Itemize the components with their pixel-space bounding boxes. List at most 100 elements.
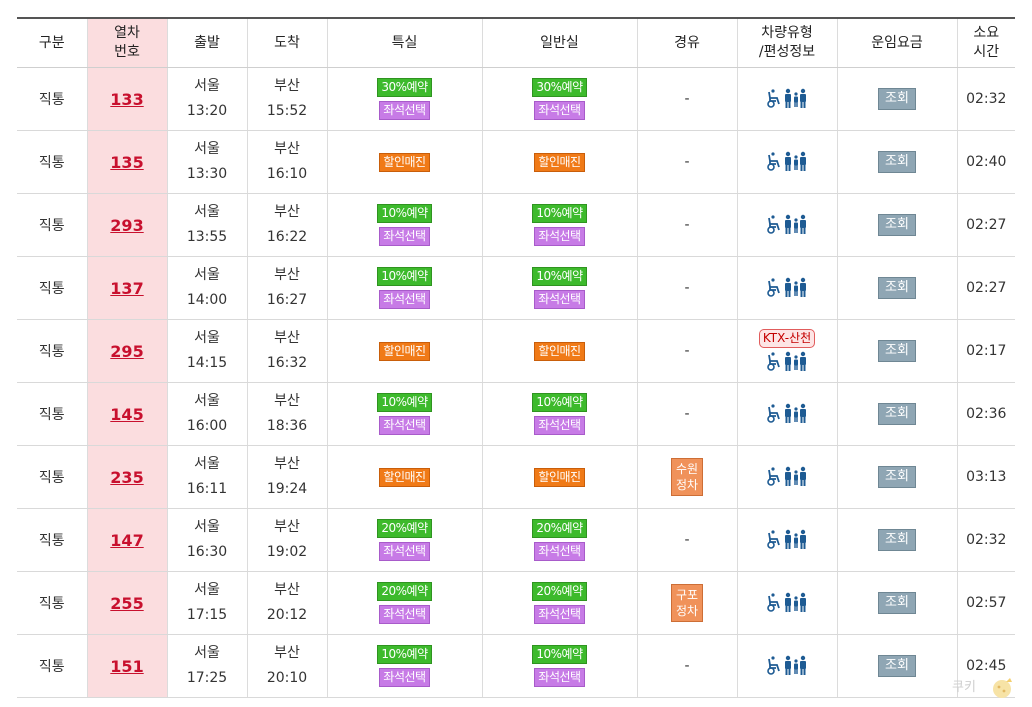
duration-text: 02:27	[966, 217, 1007, 233]
cell-fare: 조회	[836, 508, 957, 572]
fare-inquiry-button[interactable]: 조회	[878, 340, 916, 362]
seat-select-button[interactable]: 좌석선택	[534, 542, 585, 561]
wheelchair-family-icon[interactable]	[766, 655, 808, 677]
cell-type: 직통	[17, 130, 87, 194]
fare-inquiry-button[interactable]: 조회	[878, 466, 916, 488]
watermark-text: 쿠키	[952, 680, 976, 695]
cell-first-class: 10%예약좌석선택	[326, 256, 482, 320]
via-stop-line2: 정차	[675, 478, 699, 492]
reserve-button[interactable]: 30%예약	[532, 78, 587, 97]
reserve-button[interactable]: 10%예약	[377, 267, 432, 286]
cell-depart: 서울 17:15	[166, 571, 247, 635]
reserve-button[interactable]: 10%예약	[377, 393, 432, 412]
fare-inquiry-button[interactable]: 조회	[878, 529, 916, 551]
cell-train-no: 255	[86, 571, 167, 635]
train-number-link[interactable]: 255	[110, 594, 143, 613]
cell-via: -	[636, 130, 737, 194]
train-number-link[interactable]: 235	[110, 468, 143, 487]
sold-out-badge[interactable]: 할인매진	[379, 467, 430, 487]
depart-station: 서울	[194, 645, 220, 661]
reserve-button[interactable]: 10%예약	[532, 645, 587, 664]
train-number-link[interactable]: 137	[110, 279, 143, 298]
duration-text: 02:45	[966, 658, 1007, 674]
reserve-button[interactable]: 20%예약	[377, 582, 432, 601]
reserve-button[interactable]: 10%예약	[377, 204, 432, 223]
wheelchair-family-icon[interactable]	[766, 351, 808, 373]
arrive-time: 20:10	[266, 670, 308, 686]
fare-inquiry-button[interactable]: 조회	[878, 151, 916, 173]
seat-select-button[interactable]: 좌석선택	[534, 227, 585, 246]
train-type: 직통	[38, 281, 65, 297]
fare-inquiry-button[interactable]: 조회	[878, 88, 916, 110]
seat-select-button[interactable]: 좌석선택	[534, 290, 585, 309]
seat-select-button[interactable]: 좌석선택	[379, 542, 430, 561]
seat-select-button[interactable]: 좌석선택	[534, 605, 585, 624]
sold-out-badge[interactable]: 할인매진	[534, 152, 585, 172]
arrive-station: 부산	[274, 267, 300, 283]
seat-select-button[interactable]: 좌석선택	[534, 416, 585, 435]
wheelchair-family-icon[interactable]	[766, 88, 808, 110]
header-arrive: 도착	[246, 17, 327, 68]
train-number-link[interactable]: 151	[110, 657, 143, 676]
via-stop-line1: 수원	[675, 462, 699, 476]
seat-select-button[interactable]: 좌석선택	[534, 668, 585, 687]
sold-out-badge[interactable]: 할인매진	[379, 152, 430, 172]
seat-select-button[interactable]: 좌석선택	[379, 101, 430, 120]
wheelchair-family-icon[interactable]	[766, 403, 808, 425]
reserve-button[interactable]: 10%예약	[532, 393, 587, 412]
cell-via: -	[636, 319, 737, 383]
train-number-link[interactable]: 147	[110, 531, 143, 550]
seat-select-button[interactable]: 좌석선택	[379, 416, 430, 435]
fare-inquiry-button[interactable]: 조회	[878, 277, 916, 299]
sold-out-badge[interactable]: 할인매진	[534, 341, 585, 361]
seat-select-button[interactable]: 좌석선택	[379, 605, 430, 624]
wheelchair-family-icon[interactable]	[766, 277, 808, 299]
train-schedule-table: 구분 열차 번호 출발 도착 특실 일반실 경유 차량유형/편성정보 운임요금 소…	[17, 17, 1015, 698]
reserve-button[interactable]: 10%예약	[532, 204, 587, 223]
arrive-time: 18:36	[266, 418, 308, 434]
wheelchair-family-icon[interactable]	[766, 529, 808, 551]
fare-inquiry-button[interactable]: 조회	[878, 655, 916, 677]
cell-arrive: 부산 16:32	[246, 319, 327, 383]
arrive-time: 16:22	[266, 229, 308, 245]
via-text: -	[684, 658, 690, 674]
seat-select-button[interactable]: 좌석선택	[379, 290, 430, 309]
cookie-icon	[993, 678, 1012, 698]
train-number-link[interactable]: 293	[110, 216, 143, 235]
fare-inquiry-button[interactable]: 조회	[878, 403, 916, 425]
train-number-link[interactable]: 145	[110, 405, 143, 424]
header-fare-label: 운임요금	[871, 34, 923, 51]
cell-duration: 02:40	[956, 130, 1015, 194]
wheelchair-family-icon[interactable]	[766, 151, 808, 173]
reserve-button[interactable]: 20%예약	[532, 582, 587, 601]
train-type: 직통	[38, 155, 65, 171]
cell-fare: 조회	[836, 319, 957, 383]
wheelchair-family-icon[interactable]	[766, 214, 808, 236]
wheelchair-family-icon[interactable]	[766, 592, 808, 614]
cell-standard: 10%예약좌석선택	[481, 382, 637, 446]
fare-inquiry-button[interactable]: 조회	[878, 214, 916, 236]
reserve-button[interactable]: 10%예약	[377, 645, 432, 664]
reserve-button[interactable]: 10%예약	[532, 267, 587, 286]
sold-out-badge[interactable]: 할인매진	[379, 341, 430, 361]
wheelchair-family-icon[interactable]	[766, 466, 808, 488]
train-number-link[interactable]: 135	[110, 153, 143, 172]
cell-fare: 조회	[836, 130, 957, 194]
depart-station: 서울	[194, 456, 220, 472]
seat-select-button[interactable]: 좌석선택	[379, 227, 430, 246]
reserve-button[interactable]: 20%예약	[532, 519, 587, 538]
cell-duration: 02:27	[956, 256, 1015, 320]
cell-arrive: 부산 20:12	[246, 571, 327, 635]
cell-fare: 조회	[836, 256, 957, 320]
seat-select-button[interactable]: 좌석선택	[534, 101, 585, 120]
table-row: 직통 295 서울 14:15 부산 16:32 할인매진 할인매진 - KTX-산천 조회 02:1…	[17, 319, 1015, 383]
train-number-link[interactable]: 295	[110, 342, 143, 361]
train-number-link[interactable]: 133	[110, 90, 143, 109]
sold-out-badge[interactable]: 할인매진	[534, 467, 585, 487]
fare-inquiry-button[interactable]: 조회	[878, 592, 916, 614]
header-type: 구분	[17, 17, 87, 68]
seat-select-button[interactable]: 좌석선택	[379, 668, 430, 687]
reserve-button[interactable]: 20%예약	[377, 519, 432, 538]
reserve-button[interactable]: 30%예약	[377, 78, 432, 97]
cell-depart: 서울 16:30	[166, 508, 247, 572]
